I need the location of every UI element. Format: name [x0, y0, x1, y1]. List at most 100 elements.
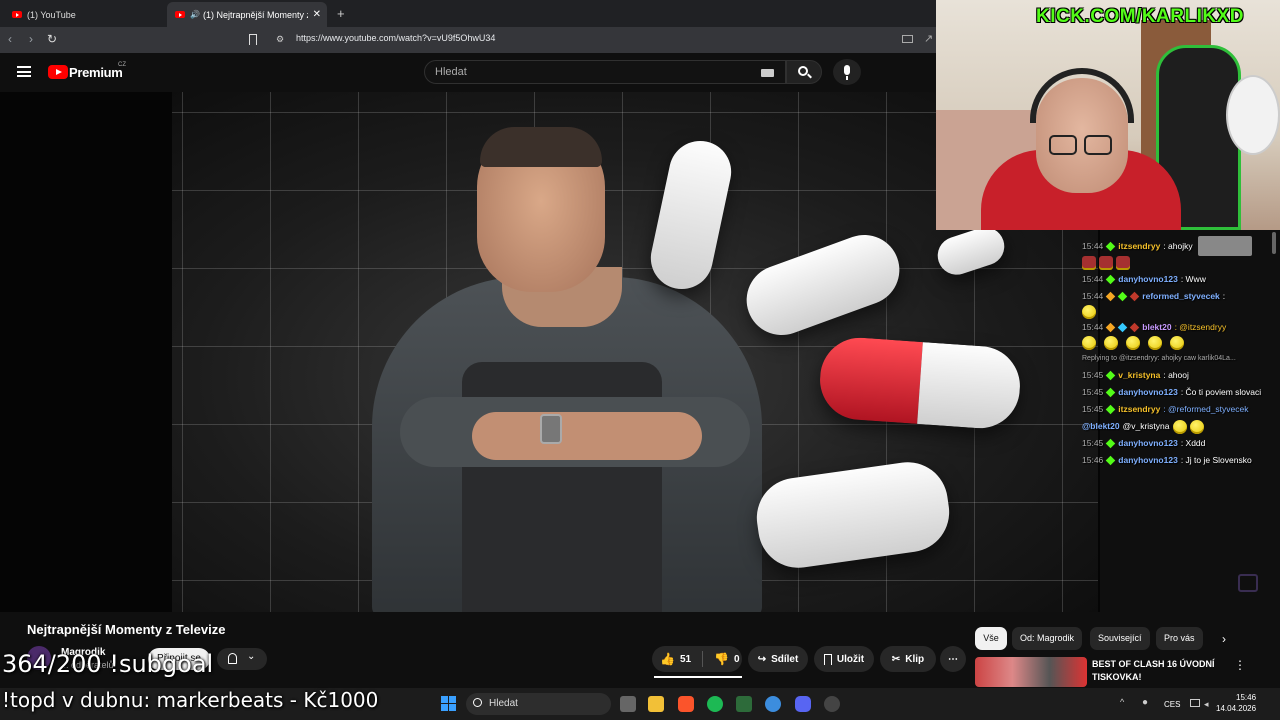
- recommended-title[interactable]: BEST OF CLASH 16 ÚVODNÍ TISKOVKA!: [1092, 658, 1215, 684]
- chat-emote-row: [1082, 255, 1272, 271]
- emote-icon: [1082, 256, 1096, 270]
- more-vertical-icon[interactable]: ⋮: [1234, 658, 1246, 672]
- site-info-icon[interactable]: ⚙: [276, 34, 284, 45]
- tray-chevron-icon[interactable]: ^: [1120, 697, 1124, 707]
- emote-icon: [1116, 256, 1130, 270]
- premium-logo-text: Premium: [69, 65, 123, 80]
- save-bookmark-icon: [823, 653, 832, 665]
- menu-icon[interactable]: [17, 66, 31, 77]
- hair-figure: [480, 127, 602, 167]
- app-icon[interactable]: [736, 696, 752, 712]
- emote-icon: [1172, 419, 1187, 434]
- sub-badge-icon: [1106, 291, 1116, 302]
- microphone-icon[interactable]: ●: [1142, 697, 1148, 708]
- headset-icon: [1030, 68, 1134, 123]
- chat-message: 15:44 blekt20: @itzsendryy: [1082, 322, 1227, 333]
- tab-label: (1) YouTube: [27, 9, 76, 20]
- spotify-icon[interactable]: [707, 696, 723, 712]
- youtube-logo-icon[interactable]: [48, 65, 68, 79]
- gift-badge-icon: [1130, 291, 1140, 302]
- share-button[interactable]: ↪ Sdílet: [748, 646, 808, 672]
- chip-related[interactable]: Související: [1090, 627, 1150, 650]
- emote-icon: [1170, 336, 1184, 350]
- verified-badge-icon: [1106, 241, 1116, 252]
- windows-start-icon[interactable]: [441, 696, 456, 711]
- keyboard-icon[interactable]: [761, 69, 774, 77]
- new-tab-button[interactable]: +: [337, 6, 345, 21]
- chat-scrollbar[interactable]: [1272, 232, 1276, 254]
- chat-message: 15:44 itzsendryy: ahojky: [1082, 241, 1193, 252]
- like-ratio-bar: [654, 676, 742, 678]
- file-explorer-icon[interactable]: [648, 696, 664, 712]
- tab-video[interactable]: 🔊 (1) Nejtrapnější Momenty z Te ✕: [167, 2, 327, 27]
- share-page-icon[interactable]: ↗: [924, 32, 933, 45]
- app-icon[interactable]: [765, 696, 781, 712]
- bookmark-icon[interactable]: [249, 34, 257, 45]
- more-actions-button[interactable]: ⋯: [940, 646, 966, 672]
- notification-bell-button[interactable]: ⌄: [217, 648, 267, 670]
- chevron-right-icon[interactable]: ›: [1222, 632, 1226, 646]
- chip-for-you[interactable]: Pro vás: [1156, 627, 1203, 650]
- chat-panel: 15:44 itzsendryy: ahojky 15:44 danyhovno12…: [1082, 238, 1272, 469]
- search-button[interactable]: [786, 60, 822, 84]
- voice-search-button[interactable]: [833, 59, 861, 85]
- input-language[interactable]: CES: [1164, 700, 1180, 709]
- screen-icon[interactable]: [902, 35, 913, 43]
- chip-all[interactable]: Vše: [975, 627, 1007, 650]
- verified-badge-icon: [1106, 438, 1116, 449]
- bell-icon: [228, 653, 237, 664]
- emote-icon: [1148, 336, 1162, 350]
- youtube-favicon-icon: [175, 11, 185, 18]
- close-tab-icon[interactable]: ✕: [313, 9, 321, 20]
- like-count[interactable]: 51: [680, 654, 691, 665]
- verified-badge-icon: [1106, 387, 1116, 398]
- app-icon[interactable]: [824, 696, 840, 712]
- verified-badge-icon: [1106, 455, 1116, 466]
- glasses-icon: [1049, 135, 1077, 155]
- verified-badge-icon: [1106, 404, 1116, 415]
- back-icon[interactable]: ‹: [8, 32, 12, 46]
- volume-icon[interactable]: ◂: [1204, 699, 1209, 710]
- emote-icon: [1082, 305, 1096, 319]
- thumb-up-icon[interactable]: 👍: [660, 652, 675, 666]
- dislike-count[interactable]: 0: [734, 654, 740, 665]
- chip-from-channel[interactable]: Od: Magrodik: [1012, 627, 1083, 650]
- task-view-icon[interactable]: [620, 696, 636, 712]
- channel-watermark-icon: [1238, 574, 1258, 592]
- top-donation-overlay: !topd v dubnu: markerbeats - Kč1000: [2, 688, 379, 712]
- chat-message: @blekt20 @v_kristyna: [1082, 418, 1272, 435]
- save-button[interactable]: Uložit: [814, 646, 874, 672]
- streamer-webcam: [936, 0, 1280, 230]
- glasses-icon: [1084, 135, 1112, 155]
- chat-message: 15:45 danyhovno123: Xddd: [1082, 438, 1206, 449]
- address-input[interactable]: https://www.youtube.com/watch?v=vU9f5Ohw…: [296, 33, 495, 43]
- chevron-down-icon: ⌄: [247, 651, 256, 662]
- taskbar-clock[interactable]: 15:46 14.04.2026: [1216, 692, 1256, 714]
- forearm-figure: [472, 412, 702, 460]
- subgoal-overlay: 364/200 !subgoal: [2, 650, 214, 678]
- clip-button[interactable]: ✂ Klip: [880, 646, 936, 672]
- chat-message: 15:45 itzsendryy: @reformed_styvecek: [1082, 404, 1249, 415]
- chat-message: 15:45 v_kristyna: ahooj: [1082, 370, 1189, 381]
- like-dislike-group: 👍 51 👎 0: [652, 646, 742, 672]
- verified-badge-icon: [1106, 370, 1116, 381]
- taskbar-search[interactable]: Hledat: [466, 693, 611, 715]
- watch-icon: [540, 414, 562, 444]
- fan-figure: [1226, 75, 1280, 155]
- chat-reply-line: Replying to @itzsendryy: ahojky caw karl…: [1082, 355, 1236, 362]
- country-code: CZ: [118, 62, 126, 68]
- forward-icon[interactable]: ›: [29, 32, 33, 46]
- microphone-icon: [844, 65, 850, 75]
- tab-youtube[interactable]: (1) YouTube: [4, 2, 164, 27]
- search-input[interactable]: Hledat: [424, 60, 786, 84]
- brave-browser-icon[interactable]: [678, 696, 694, 712]
- search-icon: [473, 698, 482, 707]
- recommended-thumbnail[interactable]: [975, 657, 1087, 687]
- reload-icon[interactable]: ↻: [47, 32, 57, 46]
- thumb-down-icon[interactable]: 👎: [714, 652, 729, 666]
- crown-badge-icon: [1106, 322, 1116, 333]
- verified-badge-icon: [1106, 274, 1116, 285]
- chat-emote-row: [1082, 305, 1272, 319]
- network-icon[interactable]: [1190, 699, 1200, 707]
- discord-icon[interactable]: [795, 696, 811, 712]
